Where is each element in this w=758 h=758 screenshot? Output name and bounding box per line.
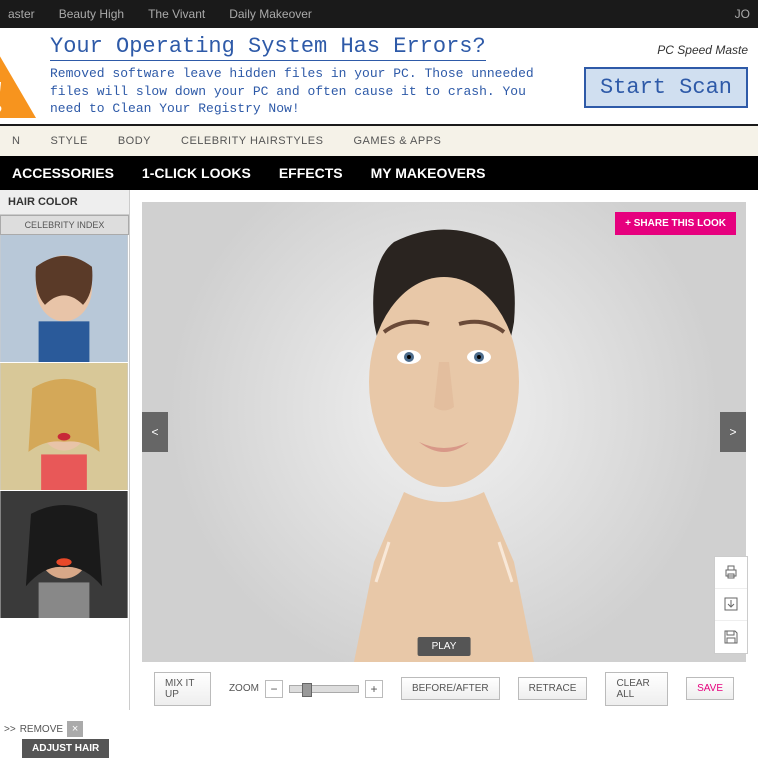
nav-item[interactable]: N [12, 135, 20, 147]
prev-arrow-button[interactable]: < [142, 412, 168, 452]
retrace-button[interactable]: RETRACE [518, 677, 588, 700]
ad-body: Removed software leave hidden files in y… [50, 65, 560, 118]
save-button[interactable]: SAVE [686, 677, 734, 700]
control-bar: MIX IT UP ZOOM − + BEFORE/AFTER RETRACE … [142, 662, 746, 706]
clear-all-button[interactable]: CLEAR ALL [605, 672, 668, 706]
start-scan-button[interactable]: Start Scan [584, 67, 748, 108]
celebrity-thumb[interactable] [0, 363, 128, 491]
ad-banner: ! Your Operating System Has Errors? Remo… [0, 28, 758, 126]
print-icon[interactable] [715, 557, 747, 589]
expand-arrow[interactable]: >> [4, 724, 16, 735]
nav-item[interactable]: STYLE [50, 135, 87, 147]
exclamation-icon: ! [0, 70, 5, 123]
network-link[interactable]: aster [8, 7, 35, 21]
celebrity-thumb[interactable] [0, 491, 128, 619]
zoom-in-button[interactable]: + [365, 680, 383, 698]
tab-accessories[interactable]: ACCESSORIES [12, 165, 114, 181]
nav-item[interactable]: BODY [118, 135, 151, 147]
network-link[interactable]: Beauty High [59, 7, 124, 21]
zoom-out-button[interactable]: − [265, 680, 283, 698]
save-disk-icon[interactable] [715, 621, 747, 653]
primary-nav: N STYLE BODY CELEBRITY HAIRSTYLES GAMES … [0, 126, 758, 156]
secondary-nav: ACCESSORIES 1-CLICK LOOKS EFFECTS MY MAK… [0, 156, 758, 190]
celebrity-thumb[interactable] [0, 235, 128, 363]
nav-item[interactable]: GAMES & APPS [353, 135, 441, 147]
next-arrow-button[interactable]: > [720, 412, 746, 452]
remove-x-button[interactable]: × [67, 721, 83, 737]
remove-label: REMOVE [20, 724, 63, 735]
mix-it-up-button[interactable]: MIX IT UP [154, 672, 211, 706]
download-icon[interactable] [715, 589, 747, 621]
sidebar: HAIR COLOR CELEBRITY INDEX [0, 190, 130, 710]
tab-my-makeovers[interactable]: MY MAKEOVERS [371, 165, 486, 181]
top-network-bar: aster Beauty High The Vivant Daily Makeo… [0, 0, 758, 28]
zoom-label: ZOOM [229, 683, 259, 694]
network-link[interactable]: The Vivant [148, 7, 205, 21]
ad-title: Your Operating System Has Errors? [50, 34, 486, 61]
topbar-right-text[interactable]: JO [735, 7, 750, 21]
model-face [274, 202, 614, 662]
canvas-area: + SHARE THIS LOOK < > PLAY MIX IT UP ZOO… [130, 190, 758, 710]
adjust-hair-button[interactable]: ADJUST HAIR [22, 739, 109, 758]
nav-item[interactable]: CELEBRITY HAIRSTYLES [181, 135, 323, 147]
ad-source-label: PC Speed Maste [657, 43, 748, 57]
sidebar-heading: HAIR COLOR [0, 190, 129, 215]
zoom-slider[interactable] [289, 685, 359, 693]
before-after-button[interactable]: BEFORE/AFTER [401, 677, 500, 700]
warning-icon [0, 53, 36, 118]
play-button[interactable]: PLAY [418, 637, 471, 656]
tool-column [714, 556, 748, 654]
zoom-handle[interactable] [302, 683, 312, 697]
network-link[interactable]: Daily Makeover [229, 7, 312, 21]
share-look-button[interactable]: + SHARE THIS LOOK [615, 212, 736, 235]
celebrity-index-tab[interactable]: CELEBRITY INDEX [0, 215, 129, 235]
makeover-canvas[interactable]: + SHARE THIS LOOK < > PLAY [142, 202, 746, 662]
tab-effects[interactable]: EFFECTS [279, 165, 343, 181]
tab-1click-looks[interactable]: 1-CLICK LOOKS [142, 165, 251, 181]
